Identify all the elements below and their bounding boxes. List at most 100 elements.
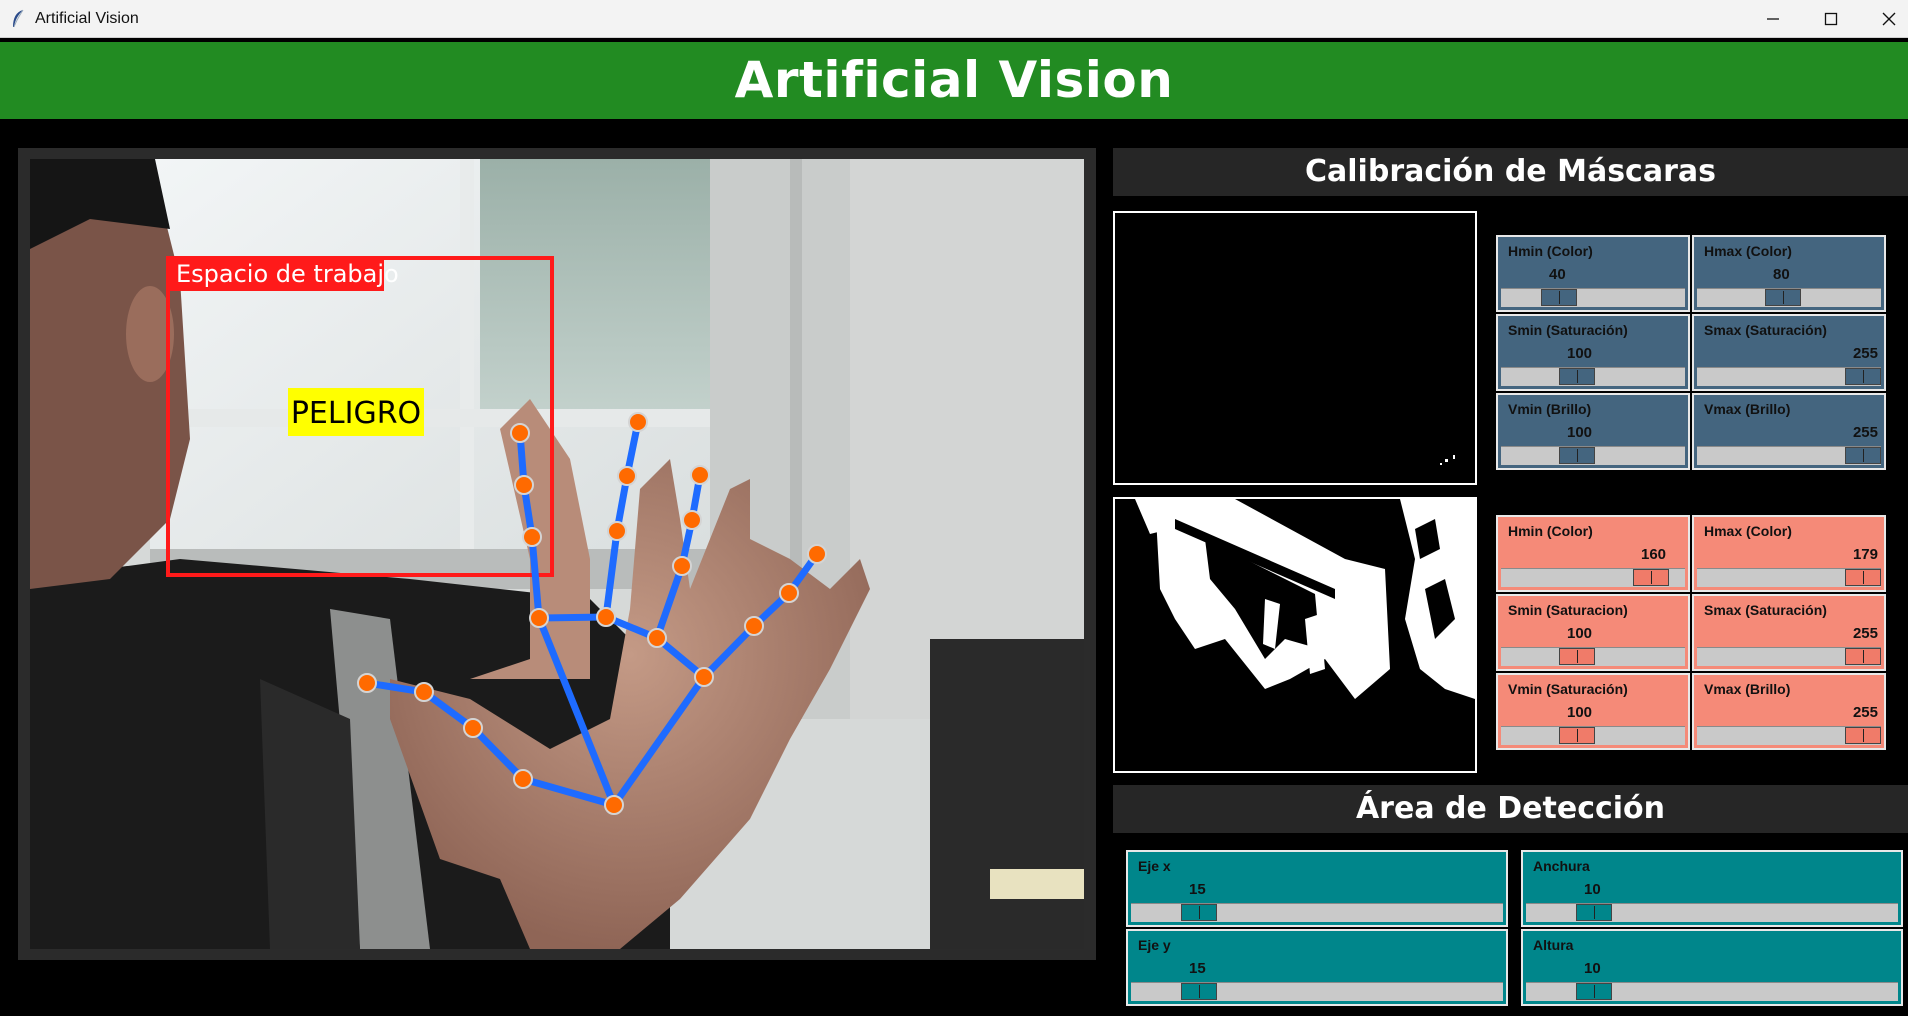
slider-panel: Vmin (Brillo) 100 xyxy=(1496,393,1690,470)
slider-value: 10 xyxy=(1584,881,1601,898)
slider-track[interactable] xyxy=(1697,367,1881,386)
slider-label: Smax (Saturación) xyxy=(1704,322,1827,338)
slider-value: 255 xyxy=(1852,345,1878,362)
slider-thumb[interactable] xyxy=(1845,368,1881,385)
slider-value: 100 xyxy=(1567,345,1593,362)
slider-value: 15 xyxy=(1189,960,1206,977)
slider-label: Hmax (Color) xyxy=(1704,243,1792,259)
slider-panel: Smax (Saturación) 255 xyxy=(1692,594,1886,671)
slider-thumb[interactable] xyxy=(1845,447,1881,464)
workspace-label: Espacio de trabajo xyxy=(176,260,399,288)
slider-thumb[interactable] xyxy=(1559,648,1595,665)
slider-value: 10 xyxy=(1584,960,1601,977)
slider-track[interactable] xyxy=(1697,647,1881,666)
slider-value: 40 xyxy=(1549,266,1566,283)
slider-label: Altura xyxy=(1533,937,1574,953)
slider-panel: Hmin (Color) 160 xyxy=(1496,515,1690,592)
slider-panel: Hmax (Color) 80 xyxy=(1692,235,1886,312)
slider-track[interactable] xyxy=(1697,446,1881,465)
slider-value: 100 xyxy=(1567,424,1593,441)
app-title: Artificial Vision xyxy=(734,51,1174,109)
maximize-button[interactable] xyxy=(1802,0,1860,38)
slider-value: 160 xyxy=(1641,546,1667,563)
slider-track[interactable] xyxy=(1501,288,1685,307)
slider-thumb[interactable] xyxy=(1181,904,1217,921)
slider-thumb[interactable] xyxy=(1559,727,1595,744)
slider-track[interactable] xyxy=(1501,367,1685,386)
slider-track[interactable] xyxy=(1526,903,1898,922)
window-title: Artificial Vision xyxy=(35,10,139,27)
slider-panel: Vmax (Brillo) 255 xyxy=(1692,393,1886,470)
slider-track[interactable] xyxy=(1501,568,1685,587)
slider-panel: Hmax (Color) 179 xyxy=(1692,515,1886,592)
slider-track[interactable] xyxy=(1697,568,1881,587)
slider-thumb[interactable] xyxy=(1181,983,1217,1000)
calibration-header: Calibración de Máscaras xyxy=(1113,148,1908,196)
slider-panel: Anchura 10 xyxy=(1521,850,1903,927)
slider-label: Vmin (Brillo) xyxy=(1508,401,1592,417)
slider-track[interactable] xyxy=(1697,288,1881,307)
slider-track[interactable] xyxy=(1131,903,1503,922)
slider-panel: Altura 10 xyxy=(1521,929,1903,1006)
slider-value: 100 xyxy=(1567,625,1593,642)
detection-header: Área de Detección xyxy=(1113,785,1908,833)
camera-frame: Espacio de trabajo PELIGRO xyxy=(18,148,1096,960)
slider-label: Vmin (Saturación) xyxy=(1508,681,1628,697)
slider-label: Hmax (Color) xyxy=(1704,523,1792,539)
slider-thumb[interactable] xyxy=(1765,289,1801,306)
slider-thumb[interactable] xyxy=(1576,983,1612,1000)
slider-label: Eje y xyxy=(1138,937,1171,953)
slider-track[interactable] xyxy=(1501,446,1685,465)
slider-panel: Vmin (Saturación) 100 xyxy=(1496,673,1690,750)
slider-thumb[interactable] xyxy=(1845,569,1881,586)
warning-label: PELIGRO xyxy=(291,396,421,431)
slider-thumb[interactable] xyxy=(1559,447,1595,464)
slider-panel: Smin (Saturación) 100 xyxy=(1496,314,1690,391)
slider-track[interactable] xyxy=(1501,647,1685,666)
slider-thumb[interactable] xyxy=(1576,904,1612,921)
slider-label: Smin (Saturación) xyxy=(1508,322,1628,338)
slider-panel: Eje x 15 xyxy=(1126,850,1508,927)
slider-track[interactable] xyxy=(1697,726,1881,745)
slider-label: Eje x xyxy=(1138,858,1171,874)
slider-panel: Smin (Saturacion) 100 xyxy=(1496,594,1690,671)
minimize-icon xyxy=(1767,18,1779,20)
slider-panel: Eje y 15 xyxy=(1126,929,1508,1006)
window-titlebar: Artificial Vision xyxy=(0,0,1908,38)
slider-label: Smax (Saturación) xyxy=(1704,602,1827,618)
slider-thumb[interactable] xyxy=(1845,727,1881,744)
slider-track[interactable] xyxy=(1501,726,1685,745)
slider-value: 255 xyxy=(1852,704,1878,721)
feather-icon xyxy=(13,9,24,28)
slider-value: 255 xyxy=(1852,625,1878,642)
slider-label: Hmin (Color) xyxy=(1508,523,1593,539)
slider-track[interactable] xyxy=(1526,982,1898,1001)
slider-label: Anchura xyxy=(1533,858,1590,874)
camera-feed: Espacio de trabajo PELIGRO xyxy=(30,159,1084,949)
slider-value: 100 xyxy=(1567,704,1593,721)
minimize-button[interactable] xyxy=(1744,0,1802,38)
slider-label: Vmax (Brillo) xyxy=(1704,681,1791,697)
green-mask-preview xyxy=(1113,211,1477,485)
close-button[interactable] xyxy=(1860,0,1908,38)
slider-label: Smin (Saturacion) xyxy=(1508,602,1628,618)
slider-value: 179 xyxy=(1852,546,1878,563)
slider-track[interactable] xyxy=(1131,982,1503,1001)
close-icon xyxy=(1882,12,1896,26)
slider-panel: Vmax (Brillo) 255 xyxy=(1692,673,1886,750)
camera-image: Espacio de trabajo PELIGRO xyxy=(30,159,1084,949)
slider-thumb[interactable] xyxy=(1633,569,1669,586)
slider-thumb[interactable] xyxy=(1845,648,1881,665)
app-header: Artificial Vision xyxy=(0,42,1908,119)
slider-thumb[interactable] xyxy=(1559,368,1595,385)
slider-value: 255 xyxy=(1852,424,1878,441)
slider-label: Hmin (Color) xyxy=(1508,243,1593,259)
slider-panel: Hmin (Color) 40 xyxy=(1496,235,1690,312)
slider-panel: Smax (Saturación) 255 xyxy=(1692,314,1886,391)
maximize-icon xyxy=(1824,12,1838,26)
slider-label: Vmax (Brillo) xyxy=(1704,401,1791,417)
slider-value: 80 xyxy=(1773,266,1790,283)
slider-value: 15 xyxy=(1189,881,1206,898)
red-mask-preview xyxy=(1113,497,1477,773)
slider-thumb[interactable] xyxy=(1541,289,1577,306)
